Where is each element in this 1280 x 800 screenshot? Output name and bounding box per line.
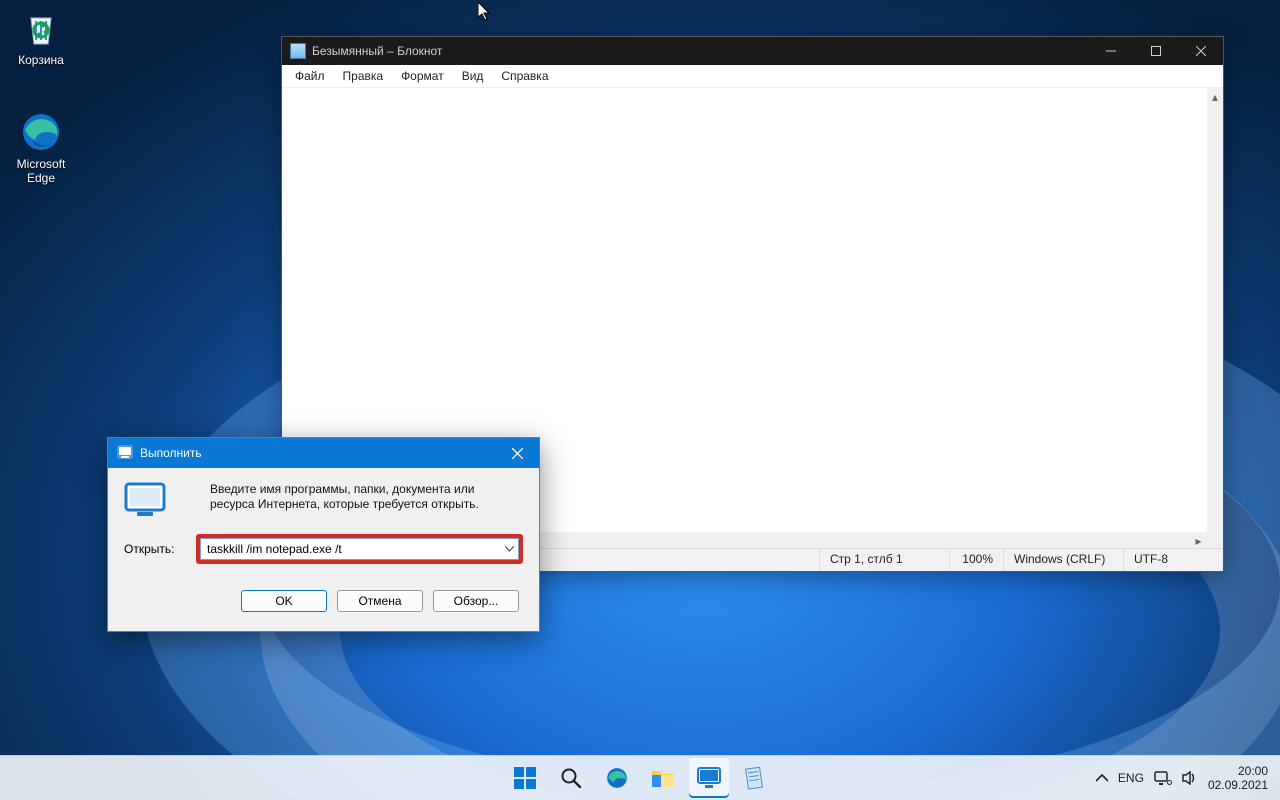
taskbar: ENG 20:00 02.09.2021 bbox=[0, 755, 1280, 800]
menu-edit[interactable]: Правка bbox=[334, 66, 393, 86]
run-dialog: Выполнить Введите имя программы, папки, … bbox=[107, 437, 540, 632]
mouse-cursor-icon bbox=[478, 2, 494, 25]
run-dialog-icon bbox=[124, 482, 166, 521]
run-open-label: Открыть: bbox=[124, 542, 196, 556]
menu-file[interactable]: Файл bbox=[286, 66, 334, 86]
status-zoom: 100% bbox=[949, 549, 1003, 571]
minimize-button[interactable] bbox=[1088, 37, 1133, 65]
taskbar-clock[interactable]: 20:00 02.09.2021 bbox=[1208, 764, 1274, 792]
ok-button[interactable]: OK bbox=[241, 590, 327, 612]
run-title-icon bbox=[117, 445, 133, 462]
browse-button[interactable]: Обзор... bbox=[433, 590, 519, 612]
maximize-button[interactable] bbox=[1133, 37, 1178, 65]
language-indicator[interactable]: ENG bbox=[1118, 771, 1144, 785]
cancel-button[interactable]: Отмена bbox=[337, 590, 423, 612]
chevron-down-icon[interactable] bbox=[500, 539, 518, 559]
taskbar-run[interactable] bbox=[689, 758, 729, 798]
run-description: Введите имя программы, папки, документа … bbox=[210, 482, 520, 512]
desktop-icon-label: Корзина bbox=[2, 53, 80, 67]
status-position: Стр 1, стлб 1 bbox=[819, 549, 949, 571]
desktop-icon-label: Microsoft Edge bbox=[2, 157, 80, 185]
menu-view[interactable]: Вид bbox=[453, 66, 493, 86]
run-titlebar[interactable]: Выполнить bbox=[108, 438, 539, 468]
recycle-bin-icon bbox=[19, 6, 63, 50]
clock-date: 02.09.2021 bbox=[1208, 778, 1268, 792]
notepad-title: Безымянный – Блокнот bbox=[312, 44, 1088, 58]
close-button[interactable] bbox=[495, 438, 539, 468]
menu-help[interactable]: Справка bbox=[492, 66, 557, 86]
start-button[interactable] bbox=[505, 758, 545, 798]
status-line-ending: Windows (CRLF) bbox=[1003, 549, 1123, 571]
taskbar-edge[interactable] bbox=[597, 758, 637, 798]
taskbar-explorer[interactable] bbox=[643, 758, 683, 798]
edge-icon bbox=[19, 110, 63, 154]
run-title-text: Выполнить bbox=[140, 446, 495, 460]
search-button[interactable] bbox=[551, 758, 591, 798]
vertical-scrollbar[interactable]: ▴ bbox=[1207, 88, 1223, 532]
resize-gripper[interactable] bbox=[1207, 532, 1223, 549]
run-input-highlight bbox=[196, 534, 523, 564]
volume-icon[interactable] bbox=[1182, 771, 1198, 785]
notepad-icon bbox=[290, 43, 306, 59]
notepad-titlebar[interactable]: Безымянный – Блокнот bbox=[282, 37, 1223, 65]
desktop-icon-edge[interactable]: Microsoft Edge bbox=[2, 110, 80, 185]
close-button[interactable] bbox=[1178, 37, 1223, 65]
taskbar-notepad[interactable] bbox=[735, 758, 775, 798]
notepad-menubar: Файл Правка Формат Вид Справка bbox=[282, 65, 1223, 88]
run-command-input[interactable] bbox=[200, 538, 519, 560]
menu-format[interactable]: Формат bbox=[392, 66, 453, 86]
network-icon[interactable] bbox=[1154, 770, 1172, 786]
desktop-icon-recycle-bin[interactable]: Корзина bbox=[2, 6, 80, 67]
scroll-up-icon[interactable]: ▴ bbox=[1207, 88, 1223, 105]
scroll-right-icon[interactable]: ▸ bbox=[1190, 532, 1207, 549]
status-encoding: UTF-8 bbox=[1123, 549, 1223, 571]
tray-chevron-up-icon[interactable] bbox=[1096, 774, 1108, 782]
clock-time: 20:00 bbox=[1208, 764, 1268, 778]
